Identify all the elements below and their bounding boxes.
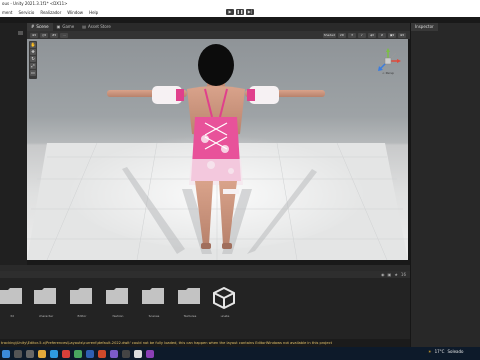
rect-tool-icon[interactable]: ▭	[30, 70, 36, 76]
folder-item[interactable]: fashion	[106, 287, 130, 321]
opera-icon[interactable]	[62, 349, 70, 358]
folder-label: unete	[220, 314, 230, 318]
scene-viewport[interactable]	[27, 39, 408, 260]
scene-render	[27, 44, 408, 260]
tab-scene[interactable]: # Scene	[27, 23, 53, 31]
menu-item-help[interactable]: Help	[89, 8, 98, 17]
rotate-tool-icon[interactable]: ↻	[30, 56, 36, 62]
folder-item[interactable]: 3d	[0, 287, 24, 321]
start-icon[interactable]	[2, 349, 10, 358]
gizmos-dropdown[interactable]: ⊕▾	[398, 32, 406, 38]
folder-label: Editor	[77, 314, 87, 318]
folder-item[interactable]: Editor	[70, 287, 94, 321]
folder-icon	[142, 288, 164, 304]
menu-item-window[interactable]: Window	[67, 8, 83, 17]
shading-dropdown[interactable]: Shaded	[322, 32, 336, 38]
folder-item[interactable]: Scenes	[142, 287, 166, 321]
lighting-toggle[interactable]: ☀	[348, 32, 356, 38]
unity-hub-icon[interactable]	[122, 349, 130, 358]
perspective-label[interactable]: < Persp	[372, 71, 404, 75]
folder-item[interactable]: unete	[213, 286, 237, 321]
pivot-dropdown[interactable]: ⊕▾	[30, 32, 38, 38]
edge-icon[interactable]	[50, 349, 58, 358]
menu-bar: ment Servicio Realizador Window Help ▶ ❚…	[0, 8, 480, 17]
hand-tool-icon[interactable]: ✋	[30, 42, 36, 48]
unity-editor-icon[interactable]	[134, 349, 142, 358]
folder-item[interactable]: character	[34, 287, 58, 321]
tab-scene-label: Scene	[36, 24, 49, 29]
project-tool-icons: ◉ ▣ ★ 16	[381, 272, 406, 277]
scene-tools-strip: ✋ ✥ ↻ ⤢ ▭	[29, 41, 37, 79]
chrome-icon[interactable]	[74, 349, 82, 358]
app-icon[interactable]	[110, 349, 118, 358]
windows-taskbar	[0, 347, 480, 360]
snap-increment-button[interactable]: ⋯	[60, 32, 68, 38]
powerpoint-icon[interactable]	[98, 349, 106, 358]
folder-icon	[178, 288, 200, 304]
folder-label: Textures	[183, 314, 197, 318]
folder-icon	[70, 288, 92, 304]
hierarchy-panel	[0, 23, 27, 265]
grid-snap-button[interactable]: #▾	[50, 32, 58, 38]
inspector-panel	[410, 23, 480, 347]
weather-widget[interactable]: ☀ 17°C Soleado	[428, 349, 463, 354]
2d-toggle[interactable]: 2D	[338, 32, 346, 38]
task-view-icon[interactable]	[26, 349, 34, 358]
store-icon: ▤	[82, 24, 87, 29]
folder-icon	[34, 288, 56, 304]
project-toolbar: ◉ ▣ ★ 16	[0, 271, 410, 278]
weather-temp: 17°C	[434, 349, 445, 354]
grid-icon: #	[31, 24, 35, 29]
word-icon[interactable]	[86, 349, 94, 358]
file-explorer-icon[interactable]	[38, 349, 46, 358]
scene-toolbar: ⊕▾ ◎▾ #▾ ⋯ Shaded 2D ☀ ♪ ◈▾ ⊘ ▣▾ ⊕▾	[27, 31, 410, 39]
unity-logo-icon	[213, 286, 235, 310]
folder-label: 3d	[10, 314, 14, 318]
folder-label: character	[38, 314, 54, 318]
folder-icon	[0, 288, 22, 304]
tab-asset-store-label: Asset Store	[88, 24, 111, 29]
tab-game[interactable]: ▣ Game	[53, 23, 79, 31]
console-status-message[interactable]: tracking\Unity\Editor-5.x\Preferences\La…	[0, 339, 410, 347]
step-button[interactable]: ▶|	[246, 9, 254, 15]
menu-item-services[interactable]: Servicio	[18, 8, 34, 17]
menu-item-realizer[interactable]: Realizador	[40, 8, 61, 17]
weather-text: Soleado	[447, 349, 464, 354]
scene-tab-bar: # Scene ▣ Game ▤ Asset Store	[27, 23, 410, 31]
hierarchy-menu-icon[interactable]	[18, 31, 23, 35]
tab-asset-store[interactable]: ▤ Asset Store	[78, 23, 115, 31]
scale-tool-icon[interactable]: ⤢	[30, 63, 36, 69]
pause-button[interactable]: ❚❚	[236, 9, 244, 15]
folder-item[interactable]: Textures	[178, 287, 202, 321]
window-title: ous - Unity 2021.3.1f1* <DX11>	[0, 0, 480, 8]
camera-dropdown[interactable]: ▣▾	[388, 32, 396, 38]
tab-game-label: Game	[62, 24, 75, 29]
tab-inspector[interactable]: Inspector	[411, 23, 438, 31]
effects-dropdown[interactable]: ◈▾	[368, 32, 376, 38]
global-dropdown[interactable]: ◎▾	[40, 32, 48, 38]
folder-label: fashion	[112, 314, 124, 318]
filter-icon[interactable]: ▣	[388, 272, 392, 277]
visual-studio-icon[interactable]	[146, 349, 154, 358]
hidden-objects-button[interactable]: ⊘	[378, 32, 386, 38]
game-icon: ▣	[56, 24, 61, 29]
play-controls: ▶ ❚❚ ▶|	[226, 9, 254, 15]
audio-toggle[interactable]: ♪	[358, 32, 366, 38]
visibility-icon[interactable]: ◉	[381, 272, 385, 277]
asset-count: 16	[400, 272, 406, 277]
folder-label: Scenes	[148, 314, 160, 318]
move-tool-icon[interactable]: ✥	[30, 49, 36, 55]
play-button[interactable]: ▶	[226, 9, 234, 15]
menu-item-asset[interactable]: ment	[2, 8, 12, 17]
search-icon[interactable]	[14, 349, 22, 358]
favorite-icon[interactable]: ★	[394, 272, 398, 277]
sun-icon: ☀	[428, 349, 432, 354]
folder-icon	[106, 288, 128, 304]
